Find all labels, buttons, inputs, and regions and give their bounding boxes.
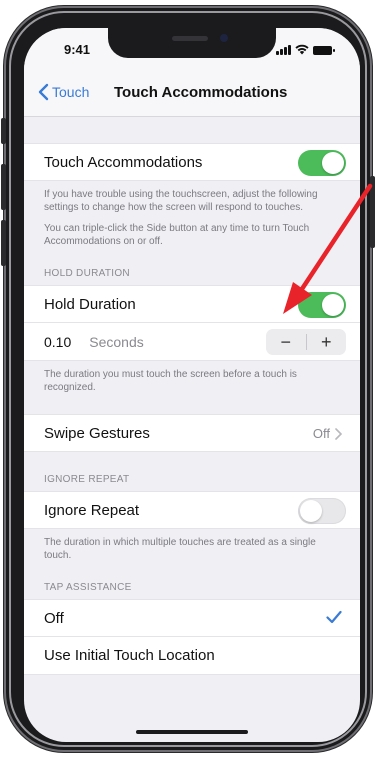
tap-assistance-option-label: Use Initial Touch Location — [44, 647, 215, 664]
hold-duration-stepper: − + — [266, 329, 346, 355]
hold-duration-label: Hold Duration — [44, 295, 136, 313]
front-camera — [220, 34, 228, 42]
volume-up-button — [1, 164, 6, 210]
battery-icon — [313, 46, 335, 55]
tap-assistance-header: TAP ASSISTANCE — [44, 582, 132, 593]
ignore-repeat-toggle[interactable] — [298, 498, 346, 524]
settings-list: Touch Accommodations If you have trouble… — [24, 117, 360, 675]
chevron-right-icon — [335, 427, 342, 440]
tap-assistance-option-initial-touch[interactable]: Use Initial Touch Location — [24, 637, 360, 675]
swipe-gestures-label: Swipe Gestures — [44, 424, 150, 442]
signal-icon — [276, 45, 291, 55]
ignore-repeat-row: Ignore Repeat — [24, 491, 360, 529]
swipe-gestures-row[interactable]: Swipe Gestures Off — [24, 414, 360, 452]
checkmark-icon — [326, 610, 342, 624]
touch-accommodations-toggle[interactable] — [298, 150, 346, 176]
page-title: Touch Accommodations — [114, 84, 288, 101]
ignore-repeat-header: IGNORE REPEAT — [44, 474, 130, 485]
touch-accommodations-label: Touch Accommodations — [44, 153, 203, 171]
phone-frame: 9:41 Touch Touch Accommodations Touch Ac… — [1, 6, 375, 752]
swipe-gestures-value: Off — [312, 426, 330, 441]
hold-duration-row: Hold Duration — [24, 285, 360, 323]
silent-switch — [1, 118, 6, 144]
hold-duration-footnote: The duration you must touch the screen b… — [44, 369, 297, 393]
hold-duration-value: 0.10 — [44, 333, 72, 350]
tap-assistance-option-label: Off — [44, 609, 64, 627]
touch-accommodations-row: Touch Accommodations — [24, 143, 360, 181]
hold-duration-toggle[interactable] — [298, 292, 346, 318]
notch — [108, 28, 276, 58]
back-button[interactable]: Touch — [38, 83, 89, 101]
ignore-repeat-footnote: The duration in which multiple touches a… — [44, 537, 316, 561]
hold-duration-value-row: 0.10 Seconds − + — [24, 323, 360, 361]
navigation-bar: Touch Touch Accommodations — [24, 72, 360, 117]
volume-down-button — [1, 220, 6, 266]
decrement-button[interactable]: − — [266, 329, 306, 355]
speaker-grille — [172, 36, 208, 41]
chevron-left-icon — [38, 83, 49, 101]
wifi-icon — [295, 44, 309, 55]
ignore-repeat-label: Ignore Repeat — [44, 501, 140, 519]
touch-accommodations-footnote-1: If you have trouble using the touchscree… — [44, 189, 318, 213]
increment-button[interactable]: + — [307, 329, 347, 355]
swipe-gestures-detail: Off — [313, 426, 342, 441]
hold-duration-unit: Seconds — [89, 333, 144, 350]
home-indicator — [136, 730, 248, 734]
tap-assistance-option-off[interactable]: Off — [24, 599, 360, 637]
status-icons — [276, 44, 335, 55]
back-label: Touch — [52, 84, 90, 100]
screen: 9:41 Touch Touch Accommodations Touch Ac… — [24, 28, 360, 742]
hold-duration-header: HOLD DURATION — [44, 268, 130, 279]
status-time: 9:41 — [64, 42, 91, 57]
touch-accommodations-footnote-2: You can triple-click the Side button at … — [44, 223, 310, 247]
side-button — [370, 176, 375, 248]
